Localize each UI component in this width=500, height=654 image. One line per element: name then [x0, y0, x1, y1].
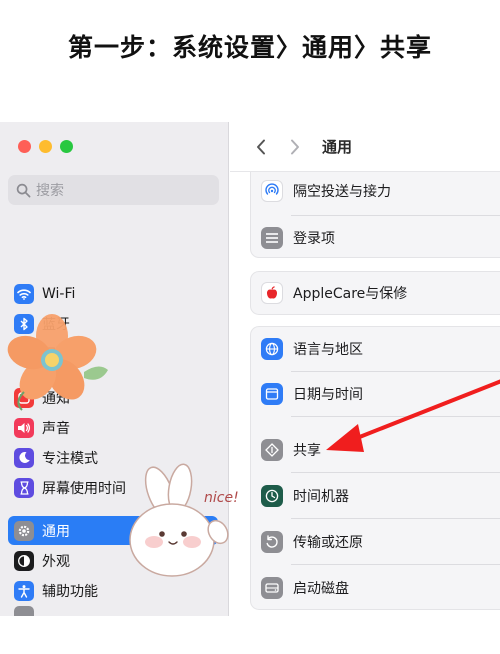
minimize-button[interactable] [39, 140, 52, 153]
row-divider [291, 472, 500, 473]
row-label: 传输或还原 [293, 535, 363, 551]
row-startup-disk[interactable]: 启动磁盘 [250, 566, 500, 610]
row-transfer-restore[interactable]: 传输或还原 [250, 520, 500, 564]
row-label: 日期与时间 [293, 387, 363, 403]
search-icon [16, 183, 31, 197]
back-button[interactable] [248, 134, 274, 160]
row-date-time[interactable]: 日期与时间 [250, 372, 500, 416]
toolbar-title: 通用 [322, 138, 353, 156]
toolbar: 通用 [230, 122, 500, 172]
restore-icon [261, 531, 283, 553]
row-divider [291, 416, 500, 417]
wifi-icon [14, 283, 34, 304]
sidebar-item-label: Wi-Fi [42, 285, 76, 302]
bunny-nice-text: nice! [204, 490, 239, 506]
sidebar-item-label: 外观 [42, 553, 70, 570]
search-input[interactable]: 搜索 [8, 175, 219, 205]
row-label: 启动磁盘 [293, 581, 349, 597]
appearance-icon [14, 550, 34, 571]
sidebar-item-label: 声音 [42, 420, 70, 437]
row-sharing[interactable]: 共享 [250, 428, 500, 472]
chevron-right-icon [291, 139, 299, 154]
disk-icon [261, 577, 283, 599]
row-label: 登录项 [293, 231, 335, 247]
row-login-items[interactable]: 登录项 [250, 216, 500, 260]
hourglass-icon [14, 477, 34, 498]
row-time-machine[interactable]: 时间机器 [250, 474, 500, 518]
flower-sticker [7, 314, 108, 411]
calendar-clock-icon [261, 383, 283, 405]
control-center-icon [14, 606, 34, 616]
row-label: 共享 [293, 443, 321, 459]
row-divider [291, 564, 500, 565]
close-button[interactable] [18, 140, 31, 153]
sidebar-item-label: 辅助功能 [42, 583, 98, 600]
sidebar-item-label: 屏幕使用时间 [42, 480, 126, 497]
search-placeholder: 搜索 [36, 183, 64, 199]
row-airdrop-handoff[interactable]: 隔空投送与接力 [250, 169, 500, 213]
globe-icon [261, 338, 283, 360]
airdrop-icon [261, 180, 283, 202]
settings-window: 搜索 Wi-Fi 蓝牙 [0, 122, 500, 616]
accessibility-icon [14, 580, 34, 601]
apple-icon [261, 282, 283, 304]
sidebar-item-wifi[interactable]: Wi-Fi [8, 279, 218, 308]
page-title: 第一步：系统设置〉通用〉共享 [67, 33, 432, 62]
bunny-sticker: nice! [129, 463, 239, 577]
gear-icon [14, 520, 34, 541]
login-items-icon [261, 227, 283, 249]
row-label: 时间机器 [293, 489, 349, 505]
speaker-icon [14, 417, 34, 438]
row-label: 语言与地区 [293, 342, 363, 358]
zoom-button[interactable] [60, 140, 73, 153]
row-label: AppleCare与保修 [293, 286, 408, 302]
row-applecare[interactable]: AppleCare与保修 [250, 271, 500, 315]
time-machine-icon [261, 485, 283, 507]
traffic-lights [18, 140, 73, 153]
sidebar-item-label: 专注模式 [42, 450, 98, 467]
row-divider [291, 518, 500, 519]
sharing-icon [261, 439, 283, 461]
chevron-left-icon [257, 139, 265, 154]
forward-button[interactable] [282, 134, 308, 160]
moon-icon [14, 447, 34, 468]
sidebar-item-label: 通用 [42, 523, 70, 540]
row-label: 隔空投送与接力 [293, 184, 391, 200]
row-language-region[interactable]: 语言与地区 [250, 327, 500, 371]
sidebar-item-partial[interactable] [8, 606, 218, 616]
sidebar-item-sound[interactable]: 声音 [8, 413, 218, 442]
